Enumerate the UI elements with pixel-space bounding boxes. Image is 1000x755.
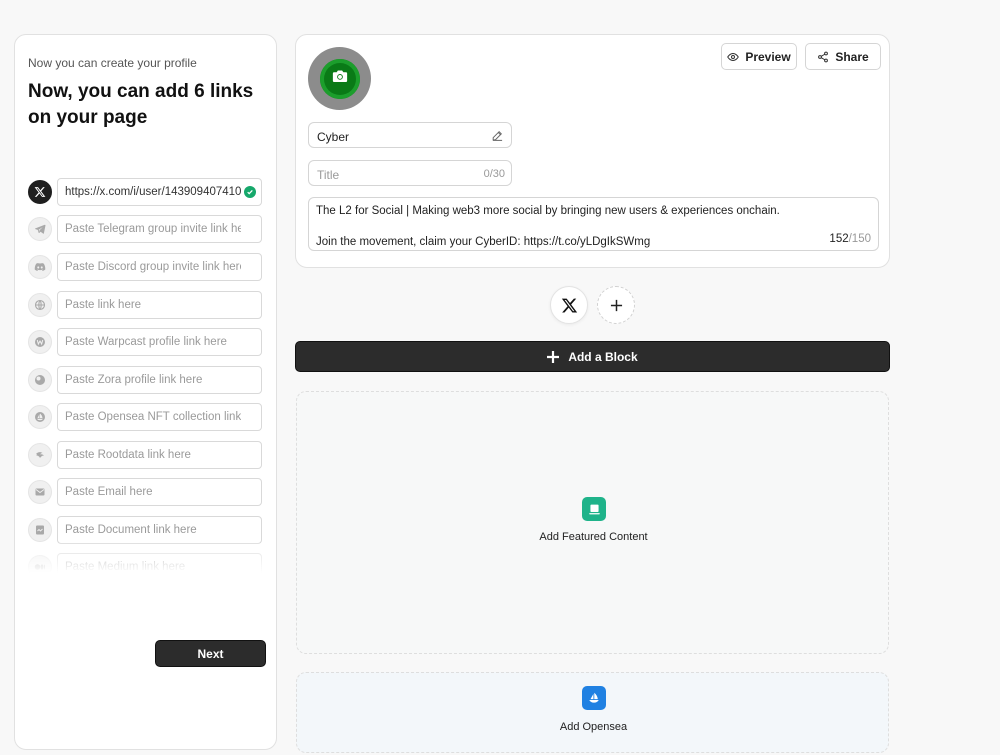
zora-link-input[interactable] — [57, 366, 262, 394]
opensea-icon — [582, 686, 606, 710]
link-row-website — [27, 291, 267, 319]
add-featured-content-area[interactable]: Add Featured Content — [296, 391, 889, 654]
name-value: Cyber — [317, 130, 350, 144]
link-row-opensea — [27, 403, 267, 431]
title-field[interactable]: Title 0/30 — [308, 160, 512, 186]
rootdata-icon — [28, 443, 52, 467]
bio-count-current: 152 — [829, 232, 849, 245]
share-button[interactable]: Share — [805, 43, 881, 70]
panel-subtitle: Now you can create your profile — [28, 56, 197, 70]
opensea-icon — [28, 405, 52, 429]
profile-card: Preview Share Cyber Title 0/30 The L2 fo… — [295, 34, 890, 268]
bio-line-1: The L2 for Social | Making web3 more soc… — [316, 205, 780, 217]
zora-icon — [28, 368, 52, 392]
preview-button[interactable]: Preview — [721, 43, 797, 70]
document-link-input[interactable] — [57, 516, 262, 544]
link-setup-panel: Now you can create your profile Now, you… — [14, 34, 277, 750]
plus-icon — [547, 350, 560, 363]
opensea-link-input[interactable] — [57, 403, 262, 431]
valid-check-icon — [244, 186, 256, 198]
list-fade-overlay — [27, 543, 267, 573]
bio-count-max: /150 — [848, 232, 871, 245]
bio-textarea[interactable]: The L2 for Social | Making web3 more soc… — [308, 197, 879, 251]
link-list[interactable] — [27, 178, 267, 573]
globe-icon — [28, 293, 52, 317]
website-link-input[interactable] — [57, 291, 262, 319]
name-field[interactable]: Cyber — [308, 122, 512, 148]
link-row-document — [27, 516, 267, 544]
telegram-icon — [28, 217, 52, 241]
add-social-button[interactable] — [597, 286, 635, 324]
share-icon — [817, 51, 829, 63]
x-icon — [28, 180, 52, 204]
link-row-discord — [27, 253, 267, 281]
add-block-button[interactable]: Add a Block — [295, 341, 890, 372]
edit-pencil-icon[interactable] — [491, 129, 504, 142]
eye-icon — [727, 51, 740, 63]
featured-content-icon — [582, 497, 606, 521]
add-block-label: Add a Block — [568, 349, 638, 364]
bio-char-count: 152/150 — [829, 232, 871, 248]
title-char-count: 0/30 — [483, 168, 505, 180]
document-icon — [28, 518, 52, 542]
link-row-warpcast — [27, 328, 267, 356]
link-row-rootdata — [27, 441, 267, 469]
telegram-link-input[interactable] — [57, 215, 262, 243]
avatar-upload[interactable] — [308, 47, 371, 110]
opensea-label: Add Opensea — [559, 721, 628, 733]
panel-heading: Now, you can add 6 links on your page — [28, 81, 254, 128]
warpcast-icon — [28, 330, 52, 354]
link-row-email — [27, 478, 267, 506]
featured-content-label: Add Featured Content — [539, 531, 648, 543]
next-button[interactable]: Next — [155, 640, 266, 667]
bio-line-2: Join the movement, claim your CyberID: h… — [316, 236, 651, 248]
title-placeholder: Title — [317, 168, 340, 182]
social-x-button[interactable] — [550, 286, 588, 324]
x-icon — [561, 297, 578, 314]
share-label: Share — [835, 49, 869, 64]
avatar-image — [319, 58, 360, 99]
link-row-zora — [27, 366, 267, 394]
preview-label: Preview — [745, 49, 791, 64]
plus-icon — [610, 299, 623, 312]
warpcast-link-input[interactable] — [57, 328, 262, 356]
email-icon — [28, 480, 52, 504]
email-link-input[interactable] — [57, 478, 262, 506]
add-opensea-area[interactable]: Add Opensea — [296, 672, 889, 753]
link-row-telegram — [27, 215, 267, 243]
rootdata-link-input[interactable] — [57, 441, 262, 469]
discord-icon — [28, 255, 52, 279]
discord-link-input[interactable] — [57, 253, 262, 281]
camera-icon — [331, 67, 349, 90]
link-row-x — [27, 178, 267, 206]
x-link-input[interactable] — [57, 178, 262, 206]
